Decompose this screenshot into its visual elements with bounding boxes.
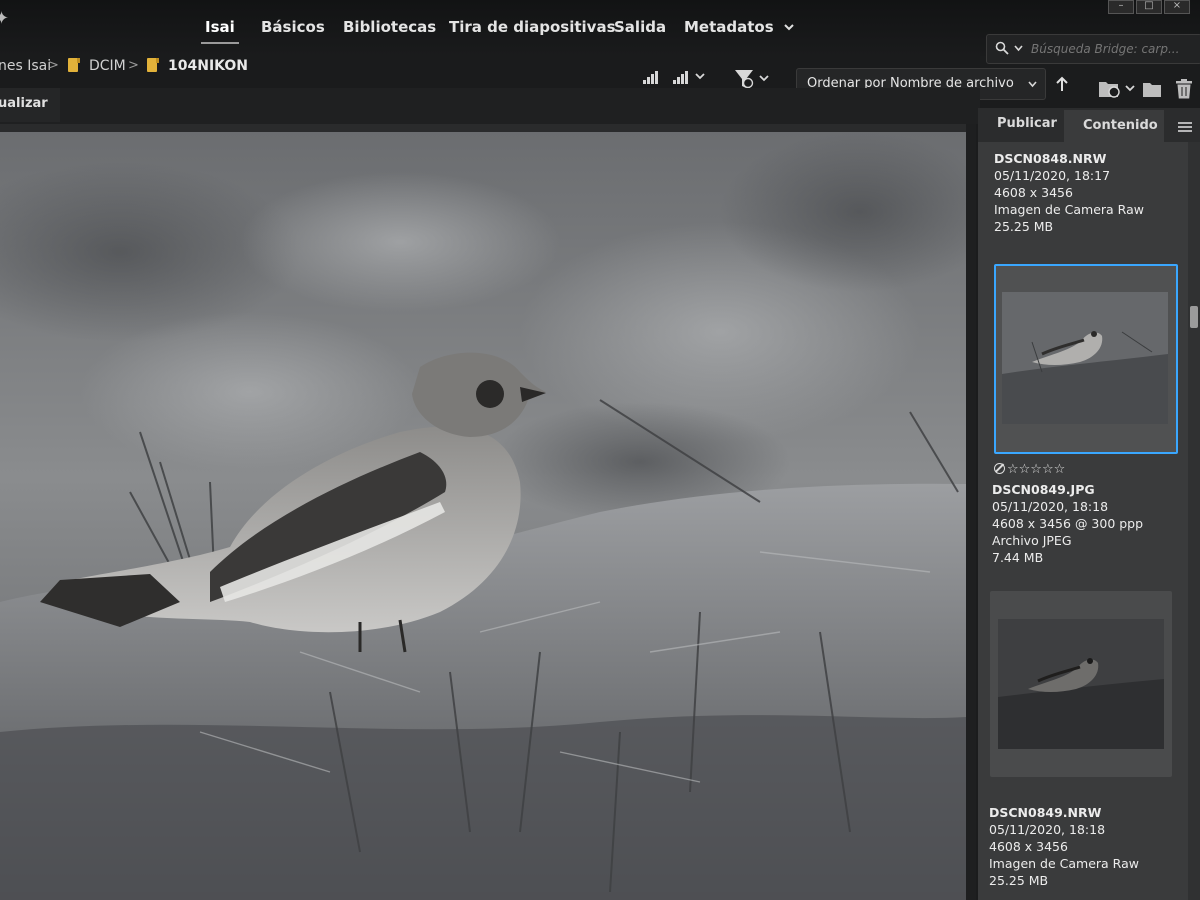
breadcrumb-separator: > [48, 58, 59, 73]
thumbnail-card[interactable] [990, 591, 1172, 777]
chevron-down-icon[interactable] [784, 22, 794, 32]
tab-contenido[interactable]: Contenido [1083, 118, 1158, 133]
recent-folder-icon[interactable] [1098, 78, 1136, 100]
app-icon[interactable]: ✦ [0, 8, 9, 29]
item-filename: DSCN0849.NRW [989, 805, 1102, 820]
folder-icon [147, 58, 159, 72]
reject-icon[interactable] [994, 463, 1005, 474]
tab-preview-label: ualizar [0, 96, 48, 111]
item-dimensions: 4608 x 3456 [994, 185, 1073, 200]
sort-ascending-icon[interactable] [1055, 76, 1069, 92]
workspace-tab-metadatos[interactable]: Metadatos [684, 18, 774, 36]
preview-panel [0, 124, 976, 900]
workspace-tab-tira[interactable]: Tira de diapositivas [449, 18, 616, 36]
preview-scrollbar[interactable] [966, 124, 976, 900]
thumbnail-image [1002, 292, 1168, 424]
list-item[interactable]: DSCN0849.NRW 05/11/2020, 18:18 4608 x 34… [989, 804, 1139, 889]
rating-stars[interactable]: ☆☆☆☆☆ [994, 462, 1065, 477]
item-type: Archivo JPEG [992, 533, 1072, 548]
search-icon[interactable] [995, 41, 1009, 55]
breadcrumb-104nikon[interactable]: 104NIKON [168, 58, 248, 74]
list-item[interactable]: DSCN0848.NRW 05/11/2020, 18:17 4608 x 34… [994, 150, 1144, 235]
content-scrollbar[interactable] [1188, 142, 1200, 900]
star-rating[interactable]: ☆☆☆☆☆ [1007, 462, 1065, 477]
workspace-tab-bibliotecas[interactable]: Bibliotecas [343, 18, 436, 36]
item-size: 25.25 MB [989, 873, 1049, 888]
minimize-button[interactable]: – [1108, 0, 1134, 14]
tab-preview[interactable]: ualizar [0, 88, 60, 122]
item-dimensions: 4608 x 3456 @ 300 ppp [992, 516, 1144, 531]
maximize-button[interactable]: □ [1136, 0, 1162, 14]
breadcrumb-separator: > [128, 58, 139, 73]
item-dimensions: 4608 x 3456 [989, 839, 1068, 854]
chevron-down-icon [1028, 81, 1037, 88]
search-input[interactable] [1031, 39, 1197, 59]
item-date: 05/11/2020, 18:17 [994, 168, 1111, 183]
workspace-tab-basicos[interactable]: Básicos [261, 18, 325, 36]
item-filename: DSCN0848.NRW [994, 151, 1107, 166]
item-type: Imagen de Camera Raw [994, 202, 1144, 217]
search-box[interactable] [986, 34, 1200, 64]
tab-publicar[interactable]: Publicar [997, 116, 1057, 131]
item-date: 05/11/2020, 18:18 [989, 822, 1106, 837]
breadcrumb-dcim[interactable]: DCIM [89, 58, 126, 74]
close-button[interactable]: × [1164, 0, 1190, 14]
preview-photo [0, 132, 966, 900]
item-size: 25.25 MB [994, 219, 1054, 234]
quality-dropdown-icon[interactable] [672, 68, 706, 86]
chevron-down-icon[interactable] [1014, 45, 1023, 52]
panel-header-row [0, 88, 980, 124]
item-type: Imagen de Camera Raw [989, 856, 1139, 871]
workspace-tab-isai[interactable]: Isai [201, 18, 239, 44]
panel-menu-icon[interactable] [1178, 122, 1192, 132]
new-folder-icon[interactable] [1142, 80, 1162, 98]
thumbnail-image [998, 619, 1164, 749]
item-size: 7.44 MB [992, 550, 1044, 565]
content-scrollbar-thumb[interactable] [1190, 306, 1198, 328]
filter-icon[interactable] [734, 68, 772, 90]
workspace-tab-salida[interactable]: Salida [614, 18, 666, 36]
item-date: 05/11/2020, 18:18 [992, 499, 1109, 514]
item-filename: DSCN0849.JPG [992, 482, 1095, 497]
quality-icon[interactable] [642, 68, 662, 86]
thumbnail-card-selected[interactable] [994, 264, 1178, 454]
breadcrumb-user[interactable]: nes Isai [0, 58, 51, 74]
trash-icon[interactable] [1174, 78, 1194, 100]
folder-icon [68, 58, 80, 72]
list-item-selected[interactable]: DSCN0849.JPG 05/11/2020, 18:18 4608 x 34… [992, 481, 1143, 566]
